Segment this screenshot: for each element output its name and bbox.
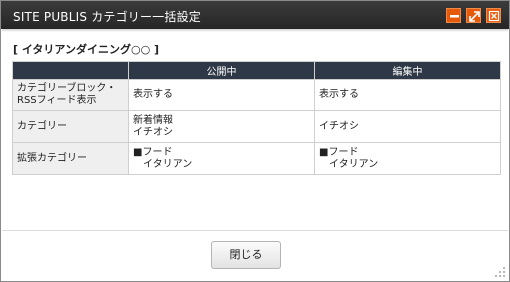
row-label-category-block: カテゴリーブロック・ RSSフィード表示 <box>12 79 129 111</box>
resize-grip-icon[interactable] <box>493 265 507 279</box>
close-button[interactable]: 閉じる <box>211 241 281 269</box>
title-bar[interactable]: SITE PUBLIS カテゴリー一括設定 <box>1 1 509 29</box>
minimize-button[interactable] <box>446 8 461 23</box>
table-row: カテゴリーブロック・ RSSフィード表示 表示する 表示する <box>12 79 501 111</box>
editing-value: ■フード イタリアン <box>314 142 501 175</box>
table-header-row: 公開中 編集中 <box>12 61 501 80</box>
header-editing: 編集中 <box>314 61 501 80</box>
published-value: 表示する <box>128 79 315 111</box>
published-value: 新着情報 イチオシ <box>128 110 315 143</box>
category-settings-dialog: SITE PUBLIS カテゴリー一括設定 [ イタリアンダイニング○○ ] 公… <box>0 0 510 282</box>
header-empty <box>12 61 129 80</box>
category-settings-table: 公開中 編集中 カテゴリーブロック・ RSSフィード表示 表示する 表示する カ… <box>12 61 501 175</box>
published-value: ■フード イタリアン <box>128 142 315 175</box>
close-window-button[interactable] <box>486 8 501 23</box>
minimize-icon <box>450 15 459 18</box>
editing-value: 表示する <box>314 79 501 111</box>
table-row: 拡張カテゴリー ■フード イタリアン ■フード イタリアン <box>12 142 501 175</box>
header-published: 公開中 <box>128 61 315 80</box>
title-shadow <box>2 29 508 32</box>
maximize-icon <box>469 11 480 22</box>
section-heading: [ イタリアンダイニング○○ ] <box>13 43 160 56</box>
table-row: カテゴリー 新着情報 イチオシ イチオシ <box>12 110 501 143</box>
window-title: SITE PUBLIS カテゴリー一括設定 <box>13 10 201 24</box>
editing-value: イチオシ <box>314 110 501 143</box>
maximize-button[interactable] <box>466 8 481 23</box>
footer-divider <box>2 230 508 231</box>
close-icon <box>488 10 500 22</box>
row-label-extended-category: 拡張カテゴリー <box>12 142 129 175</box>
row-label-category: カテゴリー <box>12 110 129 143</box>
